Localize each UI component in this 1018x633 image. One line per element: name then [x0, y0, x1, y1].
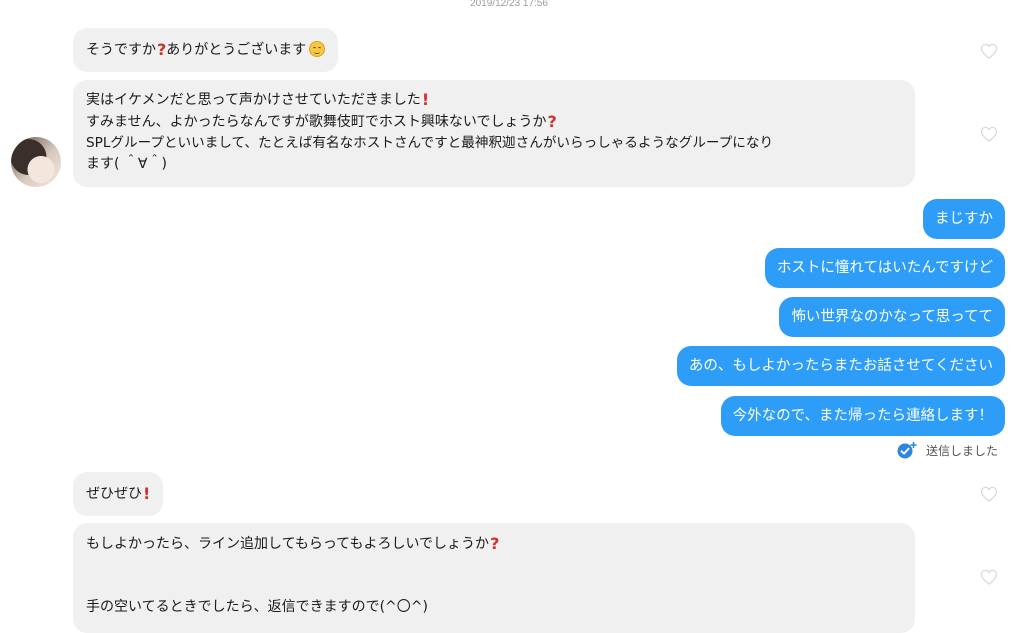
like-heart-icon[interactable]: [979, 124, 999, 144]
message-line: SPLグループといいまして、たとえば有名なホストさんですと最神釈迦さんがいらっし…: [86, 135, 774, 151]
like-heart-icon[interactable]: [979, 484, 999, 504]
message-text: そうですか: [86, 42, 156, 58]
outgoing-message[interactable]: あの、もしよかったらまたお話させてください: [676, 346, 1005, 386]
avatar[interactable]: [11, 137, 61, 187]
red-exclamation-mark-icon: !: [421, 90, 430, 109]
message-text: ありがとうございます: [166, 42, 307, 58]
outgoing-message[interactable]: 怖い世界なのかなって思ってて: [779, 297, 1005, 337]
message-line: すみません、よかったらなんですが歌舞伎町でホスト興味ないでしょうか: [86, 114, 547, 130]
incoming-message[interactable]: もしよかったら、ライン追加してもらってもよろしいでしょうか? 手の空いてるときで…: [73, 523, 915, 633]
message-line: 手の空いてるときでしたら、返信できますので(^〇^): [86, 599, 428, 615]
red-question-mark-icon: ?: [547, 112, 557, 131]
incoming-message[interactable]: ぜひぜひ!: [73, 472, 164, 516]
like-heart-icon[interactable]: [979, 567, 999, 587]
message-line: 実はイケメンだと思って声かけさせていただきました: [86, 92, 421, 108]
incoming-message[interactable]: そうですか?ありがとうございます: [73, 28, 339, 72]
outgoing-message[interactable]: ホストに憧れてはいたんですけど: [764, 248, 1005, 288]
red-exclamation-mark-icon: !: [143, 484, 151, 503]
message-line: ます( ＾∀＾): [86, 156, 167, 172]
sent-status-label: 送信しました: [926, 443, 999, 458]
red-question-mark-icon: ?: [157, 40, 167, 59]
sent-status: 送信しました: [896, 441, 998, 459]
outgoing-message[interactable]: まじすか: [923, 199, 1005, 239]
like-heart-icon[interactable]: [979, 41, 999, 61]
message-timestamp: 2019/12/23 17:56: [470, 0, 548, 9]
red-question-mark-icon: ?: [490, 534, 500, 553]
smiling-face-icon: [309, 41, 326, 57]
message-line: もしよかったら、ライン追加してもらってもよろしいでしょうか: [86, 536, 490, 552]
incoming-message[interactable]: 実はイケメンだと思って声かけさせていただきました! すみません、よかったらなんで…: [73, 80, 915, 187]
message-text: ぜひぜひ: [86, 486, 142, 502]
sent-check-icon: [897, 441, 917, 459]
outgoing-message[interactable]: 今外なので、また帰ったら連絡します！: [720, 396, 1005, 436]
